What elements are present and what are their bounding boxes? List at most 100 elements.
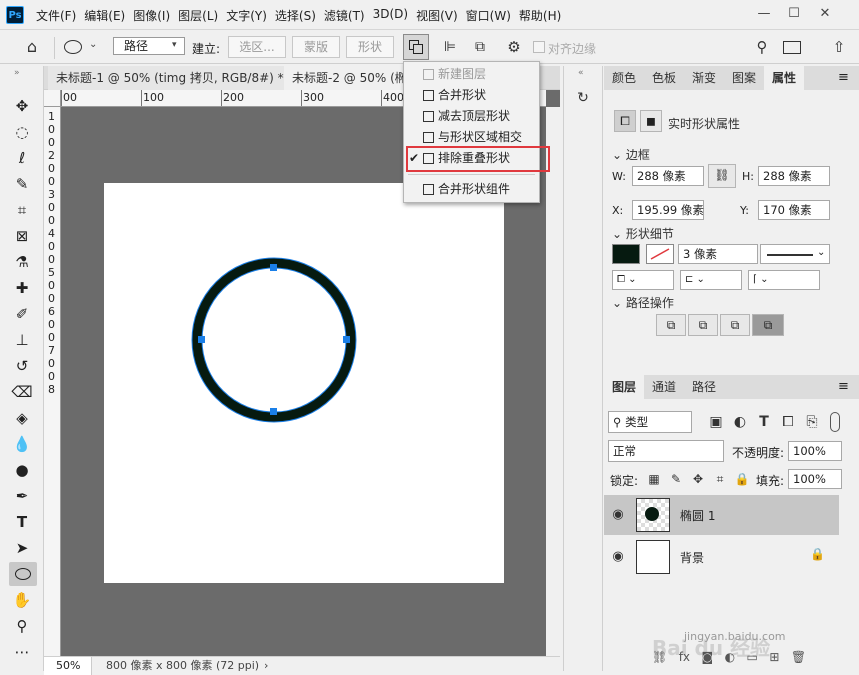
- history-brush-tool-icon[interactable]: ↺: [10, 354, 34, 378]
- maximize-button[interactable]: ☐: [783, 4, 805, 24]
- collapse-icon[interactable]: «: [578, 68, 584, 78]
- ellipse-tool-icon[interactable]: [64, 40, 82, 54]
- path-op-item-2[interactable]: 减去顶层形状: [404, 106, 539, 127]
- menu-item-0[interactable]: 文件(F): [32, 7, 80, 24]
- pen-tool-icon[interactable]: ✒: [10, 484, 34, 508]
- selection-button[interactable]: 选区...: [228, 36, 286, 58]
- image-filter-icon[interactable]: ▣: [706, 412, 726, 432]
- healing-tool-icon[interactable]: ✚: [10, 276, 34, 300]
- menu-item-6[interactable]: 滤镜(T): [320, 7, 369, 24]
- visibility-eye-icon[interactable]: ◉: [608, 505, 628, 525]
- smart-object-filter-icon[interactable]: ⎘: [802, 412, 822, 432]
- mask-properties-icon[interactable]: ◼: [640, 110, 662, 132]
- filter-toggle-icon[interactable]: [830, 412, 840, 432]
- path-ops-toggle[interactable]: ⌄ 路径操作: [612, 294, 674, 311]
- search-icon[interactable]: ⚲: [752, 37, 772, 57]
- menu-item-10[interactable]: 帮助(H): [515, 7, 565, 24]
- layer-name[interactable]: 椭圆 1: [680, 507, 715, 524]
- fill-color-swatch[interactable]: [612, 244, 640, 264]
- shape-button[interactable]: 形状: [346, 36, 394, 58]
- new-layer-icon[interactable]: ⊞: [769, 650, 779, 664]
- arrange-icon[interactable]: ⧉: [470, 37, 490, 57]
- collapse-icon[interactable]: »: [14, 68, 20, 78]
- anchor-point-right[interactable]: [343, 336, 350, 343]
- menu-item-1[interactable]: 编辑(E): [80, 7, 129, 24]
- lock-transparent-icon[interactable]: ▦: [644, 469, 664, 489]
- chevron-down-icon[interactable]: ⌄: [89, 39, 97, 50]
- move-tool-icon[interactable]: ✥: [10, 94, 34, 118]
- new-group-icon[interactable]: ▭: [747, 650, 758, 664]
- eyedropper-tool-icon[interactable]: ⚗: [10, 250, 34, 274]
- ellipse-ring[interactable]: [192, 258, 356, 422]
- link-icon[interactable]: ⛓: [708, 164, 736, 188]
- intersect-shapes-icon[interactable]: ⧉: [720, 314, 750, 336]
- y-field[interactable]: 170 像素: [758, 200, 830, 220]
- tab-patterns[interactable]: 图案: [724, 66, 764, 90]
- opacity-field[interactable]: 100%: [788, 441, 842, 461]
- crop-tool-icon[interactable]: ⌗: [10, 198, 34, 222]
- brush-tool-icon[interactable]: ✐: [10, 302, 34, 326]
- path-operations-button[interactable]: [403, 34, 429, 60]
- history-icon[interactable]: ↻: [573, 88, 593, 108]
- stroke-color-swatch[interactable]: [646, 244, 674, 264]
- panel-menu-icon[interactable]: ≡: [838, 379, 849, 394]
- zoom-field[interactable]: 50%: [44, 657, 92, 675]
- height-field[interactable]: 288 像素: [758, 166, 830, 186]
- tab-channels[interactable]: 通道: [644, 375, 684, 399]
- tab-document-1[interactable]: 未标题-1 @ 50% (timg 拷贝, RGB/8#) * ×: [48, 66, 302, 90]
- tab-layers[interactable]: 图层: [604, 375, 645, 399]
- type-filter-icon[interactable]: T: [754, 412, 774, 432]
- tab-swatches[interactable]: 色板: [644, 66, 684, 90]
- share-icon[interactable]: ⇧: [829, 37, 849, 57]
- stroke-width-field[interactable]: 3 像素: [678, 244, 758, 264]
- fill-field[interactable]: 100%: [788, 469, 842, 489]
- marquee-tool-icon[interactable]: ◌: [10, 120, 34, 144]
- layer-filter-select[interactable]: ⚲ 类型: [608, 411, 692, 433]
- combine-shapes-icon[interactable]: ⧉: [656, 314, 686, 336]
- menu-item-7[interactable]: 3D(D): [369, 7, 412, 24]
- shape-properties-icon[interactable]: ⧠: [614, 110, 636, 132]
- ellipse-tool-button[interactable]: [9, 562, 37, 586]
- menu-item-3[interactable]: 图层(L): [174, 7, 222, 24]
- vertical-scrollbar[interactable]: [546, 107, 560, 656]
- anchor-point-bottom[interactable]: [270, 408, 277, 415]
- status-arrow-icon[interactable]: ›: [264, 657, 268, 675]
- blur-tool-icon[interactable]: 💧: [10, 432, 34, 456]
- anchor-point-left[interactable]: [198, 336, 205, 343]
- menu-item-5[interactable]: 选择(S): [271, 7, 320, 24]
- menu-item-4[interactable]: 文字(Y): [222, 7, 271, 24]
- tab-gradients[interactable]: 渐变: [684, 66, 724, 90]
- eraser-tool-icon[interactable]: ⌫: [10, 380, 34, 404]
- tab-properties[interactable]: 属性: [764, 66, 805, 90]
- quick-select-tool-icon[interactable]: ✎: [10, 172, 34, 196]
- gear-icon[interactable]: ⚙: [504, 37, 524, 57]
- paint-bucket-tool-icon[interactable]: ◈: [10, 406, 34, 430]
- shape-filter-icon[interactable]: ⧠: [778, 412, 798, 432]
- path-op-item-3[interactable]: 与形状区域相交: [404, 127, 539, 148]
- delete-layer-icon[interactable]: 🗑: [791, 650, 806, 664]
- path-select-tool-icon[interactable]: ➤: [10, 536, 34, 560]
- link-layers-icon[interactable]: ⛓: [652, 650, 667, 664]
- shape-details-toggle[interactable]: ⌄ 形状细节: [612, 225, 674, 242]
- lock-position-icon[interactable]: ✥: [688, 469, 708, 489]
- path-op-item-5[interactable]: 合并形状组件: [404, 179, 539, 200]
- width-field[interactable]: 288 像素: [632, 166, 704, 186]
- layer-row-background[interactable]: ◉ 背景 🔒: [604, 537, 839, 577]
- stroke-caps-select[interactable]: ⊏ ⌄: [680, 270, 742, 290]
- lasso-tool-icon[interactable]: ℓ: [10, 146, 34, 170]
- stroke-align-select[interactable]: ⧠ ⌄: [612, 270, 674, 290]
- close-window-button[interactable]: ✕: [814, 4, 836, 24]
- tab-color[interactable]: 颜色: [604, 66, 644, 90]
- zoom-tool-icon[interactable]: ⚲: [10, 614, 34, 638]
- visibility-eye-icon[interactable]: ◉: [608, 547, 628, 567]
- fx-icon[interactable]: fx: [679, 650, 690, 664]
- layer-row-ellipse[interactable]: ◉ 椭圆 1: [604, 495, 839, 535]
- subtract-shape-icon[interactable]: ⧉: [688, 314, 718, 336]
- bounds-section-toggle[interactable]: ⌄ 边框: [612, 146, 650, 163]
- mask-button[interactable]: 蒙版: [292, 36, 340, 58]
- ellipse-shape[interactable]: [104, 183, 504, 583]
- dodge-tool-icon[interactable]: ●: [10, 458, 34, 482]
- exclude-overlap-icon[interactable]: ⧉: [752, 314, 784, 336]
- menu-item-9[interactable]: 窗口(W): [462, 7, 515, 24]
- frame-tool-icon[interactable]: ⊠: [10, 224, 34, 248]
